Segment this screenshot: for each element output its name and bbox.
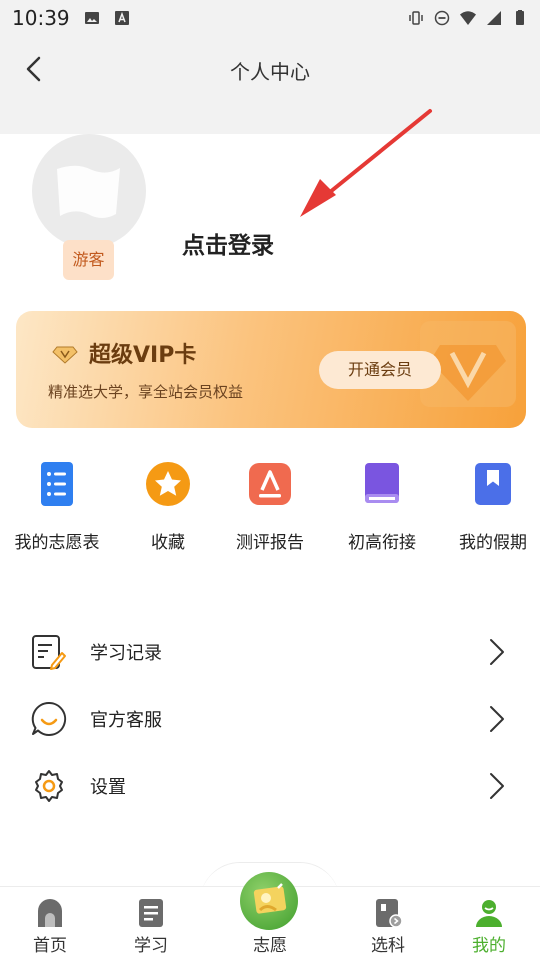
menu-item-study-record[interactable]: 学习记录 <box>0 621 540 681</box>
font-notification-icon <box>114 11 129 25</box>
profile-icon <box>476 900 502 927</box>
home-icon <box>38 899 62 927</box>
list-doc-icon <box>41 462 73 506</box>
page-title: 个人中心 <box>230 60 310 84</box>
chat-icon <box>31 701 67 736</box>
nav-label: 选科 <box>371 936 405 956</box>
avatar-placeholder-icon <box>57 165 120 218</box>
quick-action-label: 我的假期 <box>459 533 527 553</box>
quick-action-wish-list[interactable]: 我的志愿表 <box>2 456 112 553</box>
nav-label: 我的 <box>472 936 506 956</box>
star-icon <box>146 462 190 506</box>
pointer-arrow-icon <box>300 109 432 217</box>
chevron-right-icon <box>490 773 504 799</box>
nav-label: 学习 <box>134 936 168 956</box>
chevron-right-icon <box>490 706 504 732</box>
nav-item-home[interactable]: 首页 <box>10 887 90 956</box>
report-icon <box>249 463 291 505</box>
guest-badge: 游客 <box>63 240 114 280</box>
nav-item-volunteer[interactable] <box>240 872 298 930</box>
login-link[interactable]: 点击登录 <box>182 226 274 260</box>
quick-action-label: 测评报告 <box>236 533 304 553</box>
quick-action-vacation[interactable]: 我的假期 <box>438 456 540 553</box>
quick-action-favorites[interactable]: 收藏 <box>113 456 223 553</box>
quick-action-transition[interactable]: 初高衔接 <box>327 456 437 553</box>
signal-icon <box>487 11 501 25</box>
book-icon <box>365 463 399 503</box>
menu-label: 设置 <box>90 777 126 798</box>
nav-item-mine[interactable]: 我的 <box>449 887 529 956</box>
menu-item-customer-service[interactable]: 官方客服 <box>0 688 540 748</box>
quick-action-label: 我的志愿表 <box>14 533 100 553</box>
menu-label: 官方客服 <box>90 710 162 731</box>
nav-item-subject[interactable]: 选科 <box>348 887 428 956</box>
header: 个人中心 <box>0 36 540 134</box>
quick-action-label: 收藏 <box>151 533 185 553</box>
menu-item-settings[interactable]: 设置 <box>0 755 540 815</box>
avatar[interactable] <box>32 134 146 248</box>
vip-title: 超级VIP卡 <box>89 343 197 368</box>
quick-actions: 我的志愿表 收藏 测评报告 初高衔接 我的假期 <box>0 456 540 556</box>
edit-note-icon <box>32 635 66 670</box>
open-membership-button[interactable]: 开通会员 <box>319 351 441 389</box>
battery-icon <box>516 10 524 25</box>
chevron-right-icon <box>490 639 504 665</box>
vip-card[interactable]: 超级VIP卡 精准选大学，享全站会员权益 开通会员 <box>16 311 526 428</box>
menu-label: 学习记录 <box>90 643 162 664</box>
gear-icon <box>35 770 63 802</box>
vip-gem-icon <box>52 346 78 364</box>
quick-action-label: 初高衔接 <box>348 533 416 553</box>
quick-action-report[interactable]: 测评报告 <box>215 456 325 553</box>
wifi-icon <box>460 11 476 25</box>
volunteer-icon <box>253 883 287 914</box>
vip-subtitle: 精准选大学，享全站会员权益 <box>48 383 244 401</box>
nav-label: 首页 <box>33 936 67 956</box>
nav-label: 志愿 <box>253 936 287 956</box>
image-notification-icon <box>84 12 99 24</box>
vibrate-icon <box>409 11 423 25</box>
status-time: 10:39 <box>12 6 70 30</box>
study-icon <box>139 899 163 927</box>
dnd-icon <box>434 10 450 26</box>
nav-item-study[interactable]: 学习 <box>111 887 191 956</box>
bookmark-icon <box>475 463 511 505</box>
status-bar: 10:39 <box>0 0 540 36</box>
subject-icon <box>376 899 403 928</box>
